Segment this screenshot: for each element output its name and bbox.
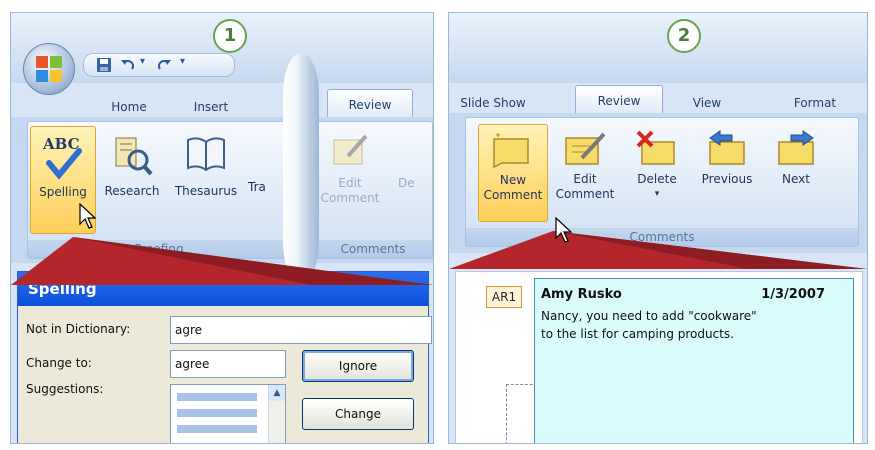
edit-comment-button[interactable]: Edit Comment — [550, 124, 620, 220]
panel-comment-example: 2 Slide Show Review View Format New Comm… — [448, 12, 868, 444]
office-logo-icon — [36, 56, 62, 82]
callout-wedge — [449, 231, 867, 269]
suggestions-list[interactable]: ▲ — [170, 384, 286, 443]
step-badge-1: 1 — [213, 19, 247, 53]
quick-access-toolbar: ▾ ▾ — [83, 53, 235, 77]
research-icon — [115, 137, 153, 176]
step-badge-2: 2 — [667, 19, 701, 53]
comment-box[interactable]: Amy Rusko 1/3/2007 Nancy, you need to ad… — [534, 278, 854, 443]
tab-home[interactable]: Home — [99, 97, 159, 117]
new-comment-icon — [493, 133, 529, 169]
undo-dropdown-icon[interactable]: ▾ — [140, 56, 145, 67]
scroll-up-icon[interactable]: ▲ — [269, 385, 285, 401]
next-comment-button[interactable]: Next — [766, 124, 826, 220]
delete-comment-icon — [636, 130, 675, 165]
delete-button-partial[interactable]: De — [398, 132, 432, 228]
edit-comment-label-line1: Edit — [573, 172, 597, 186]
mouse-pointer-icon — [555, 217, 573, 243]
comment-date: 1/3/2007 — [761, 287, 825, 302]
research-label: Research — [104, 184, 160, 198]
ignore-button[interactable]: Ignore — [302, 350, 414, 382]
tab-view[interactable]: View — [677, 93, 737, 113]
delete-label-partial: De — [398, 176, 415, 190]
comment-marker[interactable]: AR1 — [486, 286, 522, 308]
suggestion-item[interactable] — [177, 393, 257, 401]
next-comment-icon — [778, 130, 814, 165]
new-comment-label-line2: Comment — [483, 188, 543, 202]
spelling-label: Spelling — [39, 185, 87, 199]
callout-wedge — [11, 237, 433, 285]
suggestions-scrollbar[interactable]: ▲ — [268, 385, 285, 443]
new-comment-button[interactable]: New Comment — [478, 124, 548, 222]
customize-toolbar-icon[interactable]: ▾ — [180, 56, 185, 67]
previous-label: Previous — [701, 172, 753, 186]
previous-comment-button[interactable]: Previous — [692, 124, 762, 220]
thesaurus-button[interactable]: Thesaurus — [168, 126, 244, 232]
edit-comment-label-line2: Comment — [555, 187, 615, 201]
title-bar — [449, 13, 867, 83]
translate-button[interactable]: Tra — [244, 126, 288, 232]
tab-review[interactable]: Review — [327, 89, 413, 120]
not-in-dictionary-field[interactable]: agre — [170, 316, 432, 344]
redo-icon[interactable] — [156, 57, 172, 73]
save-icon[interactable] — [96, 57, 112, 73]
next-label: Next — [782, 172, 810, 186]
change-button[interactable]: Change — [302, 398, 414, 430]
suggestions-label: Suggestions: — [26, 382, 104, 396]
edit-comment-icon — [565, 132, 606, 165]
edit-comment-label-line1: Edit — [338, 176, 362, 190]
mouse-pointer-icon — [79, 203, 97, 229]
comment-text-line2: to the list for camping products. — [541, 327, 734, 341]
edit-comment-label-line2: Comment — [320, 191, 380, 205]
office-button[interactable] — [23, 43, 75, 95]
edit-comment-icon — [333, 134, 368, 165]
tab-review[interactable]: Review — [575, 85, 663, 116]
tab-slide-show[interactable]: Slide Show — [453, 93, 533, 113]
suggestion-item[interactable] — [177, 409, 257, 417]
book-icon — [187, 137, 225, 172]
change-to-label: Change to: — [26, 356, 92, 370]
edit-comment-button[interactable]: Edit Comment — [320, 132, 380, 228]
abc-check-icon: ABC — [42, 135, 82, 180]
not-in-dictionary-label: Not in Dictionary: — [26, 322, 131, 336]
comment-text-line1: Nancy, you need to add "cookware" — [541, 309, 757, 323]
suggestion-item[interactable] — [177, 425, 257, 433]
delete-comment-button[interactable]: Delete ▾ — [626, 124, 688, 220]
delete-label: Delete — [637, 172, 677, 186]
comment-author: Amy Rusko — [541, 287, 622, 302]
slide-area: AR1 Amy Rusko 1/3/2007 Nancy, you need t… — [455, 271, 863, 443]
previous-comment-icon — [709, 130, 745, 165]
undo-icon[interactable] — [120, 57, 136, 73]
research-button[interactable]: Research — [98, 126, 166, 232]
translate-label: Tra — [248, 180, 266, 194]
spelling-dialog: Spelling Not in Dictionary: agre Change … — [17, 271, 432, 443]
thesaurus-label: Thesaurus — [174, 184, 238, 198]
svg-text:ABC: ABC — [42, 135, 80, 153]
change-to-field[interactable]: agree — [170, 350, 286, 378]
delete-dropdown-icon[interactable]: ▾ — [626, 187, 688, 202]
new-comment-label-line1: New — [499, 173, 527, 187]
tab-insert[interactable]: Insert — [181, 97, 241, 117]
tab-format[interactable]: Format — [775, 93, 855, 113]
panel-spelling-example: ▾ ▾ 1 Home Insert Review ABC Spelling Re… — [10, 12, 434, 444]
